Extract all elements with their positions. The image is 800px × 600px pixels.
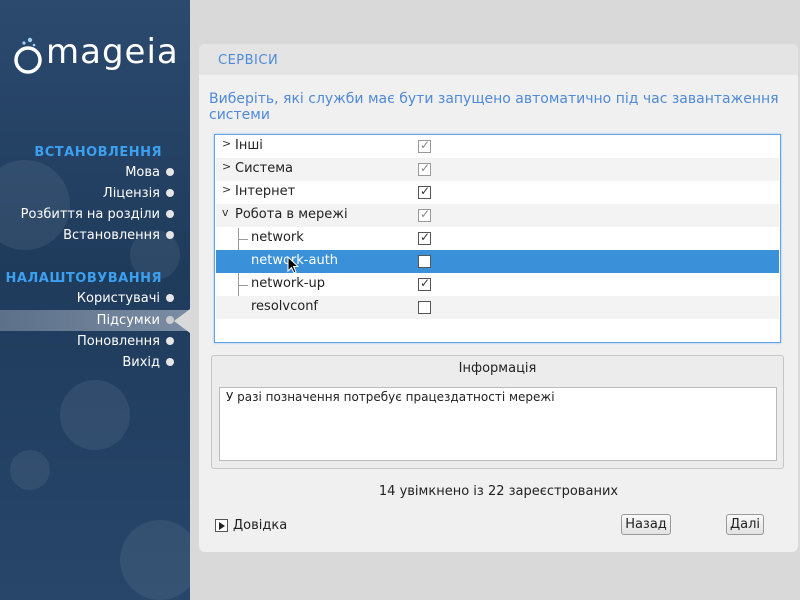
tree-row-networking[interactable]: v Робота в мережі ✓ xyxy=(216,204,779,227)
service-checkbox[interactable] xyxy=(418,301,431,314)
service-checkbox[interactable]: ✓ xyxy=(418,138,431,153)
step-dot-icon xyxy=(166,189,174,197)
sidebar-item-installation[interactable]: Встановлення xyxy=(0,225,190,246)
tree-row-system[interactable]: > Система ✓ xyxy=(216,158,779,181)
decorative-flower xyxy=(120,520,190,600)
tree-row-resolvconf[interactable]: resolvconf xyxy=(216,296,779,319)
sidebar-heading-installation: ВСТАНОВЛЕННЯ xyxy=(34,145,162,160)
expander-right-icon[interactable]: > xyxy=(222,137,231,150)
info-text: У разі позначення потребує працездатност… xyxy=(226,390,555,404)
step-dot-icon xyxy=(166,168,174,176)
help-button[interactable]: Довідка xyxy=(215,516,287,534)
decorative-flower xyxy=(10,450,50,490)
sidebar-item-label: Ліцензія xyxy=(102,186,160,201)
sidebar-item-label: Розбиття на розділи xyxy=(20,207,160,222)
tree-row-label: network-up xyxy=(251,276,325,291)
check-icon: ✓ xyxy=(420,230,431,244)
sidebar-item-label: Підсумки xyxy=(96,313,160,328)
tree-row-network-auth[interactable]: network-auth xyxy=(216,250,779,273)
expander-right-icon[interactable]: > xyxy=(222,183,231,196)
title-bar xyxy=(199,44,798,75)
sidebar-item-partitioning[interactable]: Розбиття на розділи xyxy=(0,204,190,225)
tree-row-label: network xyxy=(251,230,304,245)
step-dot-icon xyxy=(166,316,174,324)
step-dot-icon xyxy=(166,210,174,218)
tree-row-label: Інші xyxy=(235,138,263,153)
help-expander-icon xyxy=(215,518,228,532)
info-text-area[interactable]: У разі позначення потребує працездатност… xyxy=(219,387,777,461)
sidebar: mageia ВСТАНОВЛЕННЯ Мова Ліцензія Розбит… xyxy=(0,0,190,600)
mouse-pointer-icon xyxy=(287,256,299,274)
step-dot-icon xyxy=(166,358,174,366)
step-dot-icon xyxy=(166,337,174,345)
step-dot-icon xyxy=(166,231,174,239)
check-icon: ✓ xyxy=(420,276,431,290)
step-dot-icon xyxy=(166,294,174,302)
check-icon: ✓ xyxy=(420,161,431,175)
check-icon: ✓ xyxy=(420,207,431,221)
tree-row-label: Робота в мережі xyxy=(235,207,348,222)
help-label: Довідка xyxy=(233,517,288,533)
page-title: СЕРВІСИ xyxy=(218,53,279,68)
services-tree[interactable]: > Інші ✓ > Система ✓ > Інтернет ✓ v Робо… xyxy=(214,134,781,343)
tree-row-network-up[interactable]: network-up ✓ xyxy=(216,273,779,296)
expander-down-icon[interactable]: v xyxy=(222,206,229,219)
sidebar-item-users[interactable]: Користувачі xyxy=(0,288,190,309)
expander-right-icon[interactable]: > xyxy=(222,160,231,173)
sidebar-heading-configuration: НАЛАШТОВУВАННЯ xyxy=(5,271,162,286)
tree-row-other[interactable]: > Інші ✓ xyxy=(216,135,779,158)
service-checkbox[interactable]: ✓ xyxy=(418,230,431,245)
service-checkbox[interactable]: ✓ xyxy=(418,207,431,222)
sidebar-item-label: Встановлення xyxy=(63,228,160,243)
decorative-flower xyxy=(60,380,130,450)
tree-row-label: resolvconf xyxy=(251,299,319,314)
sidebar-item-label: Вихід xyxy=(122,355,160,370)
info-title: Інформація xyxy=(458,361,537,376)
sidebar-item-label: Мова xyxy=(125,165,160,180)
service-checkbox[interactable]: ✓ xyxy=(418,184,431,199)
service-checkbox[interactable]: ✓ xyxy=(418,161,431,176)
tree-row-label: Інтернет xyxy=(235,184,296,199)
sidebar-item-exit[interactable]: Вихід xyxy=(0,352,190,373)
tree-row-network[interactable]: network ✓ xyxy=(216,227,779,250)
tree-row-label: Система xyxy=(235,161,294,176)
back-button[interactable]: Назад xyxy=(621,514,671,535)
sidebar-item-label: Користувачі xyxy=(76,291,160,306)
service-checkbox[interactable] xyxy=(418,255,431,268)
active-step-pointer-icon xyxy=(174,309,190,333)
question-text: Виберіть, які служби має бути запущено а… xyxy=(209,91,779,123)
check-icon: ✓ xyxy=(420,184,431,198)
check-icon: ✓ xyxy=(420,138,431,152)
sidebar-item-label: Поновлення xyxy=(77,334,160,349)
sidebar-item-language[interactable]: Мова xyxy=(0,162,190,183)
services-status: 14 увімкнено із 22 зареєстрованих xyxy=(378,484,619,499)
service-checkbox[interactable]: ✓ xyxy=(418,276,431,291)
sidebar-item-summary[interactable]: Підсумки xyxy=(0,310,190,331)
info-frame: Інформація У разі позначення потребує пр… xyxy=(211,355,784,469)
sidebar-item-updates[interactable]: Поновлення xyxy=(0,331,190,352)
logo-text: mageia xyxy=(46,32,179,72)
tree-row-internet[interactable]: > Інтернет ✓ xyxy=(216,181,779,204)
sidebar-item-license[interactable]: Ліцензія xyxy=(0,183,190,204)
next-button[interactable]: Далі xyxy=(726,514,764,535)
